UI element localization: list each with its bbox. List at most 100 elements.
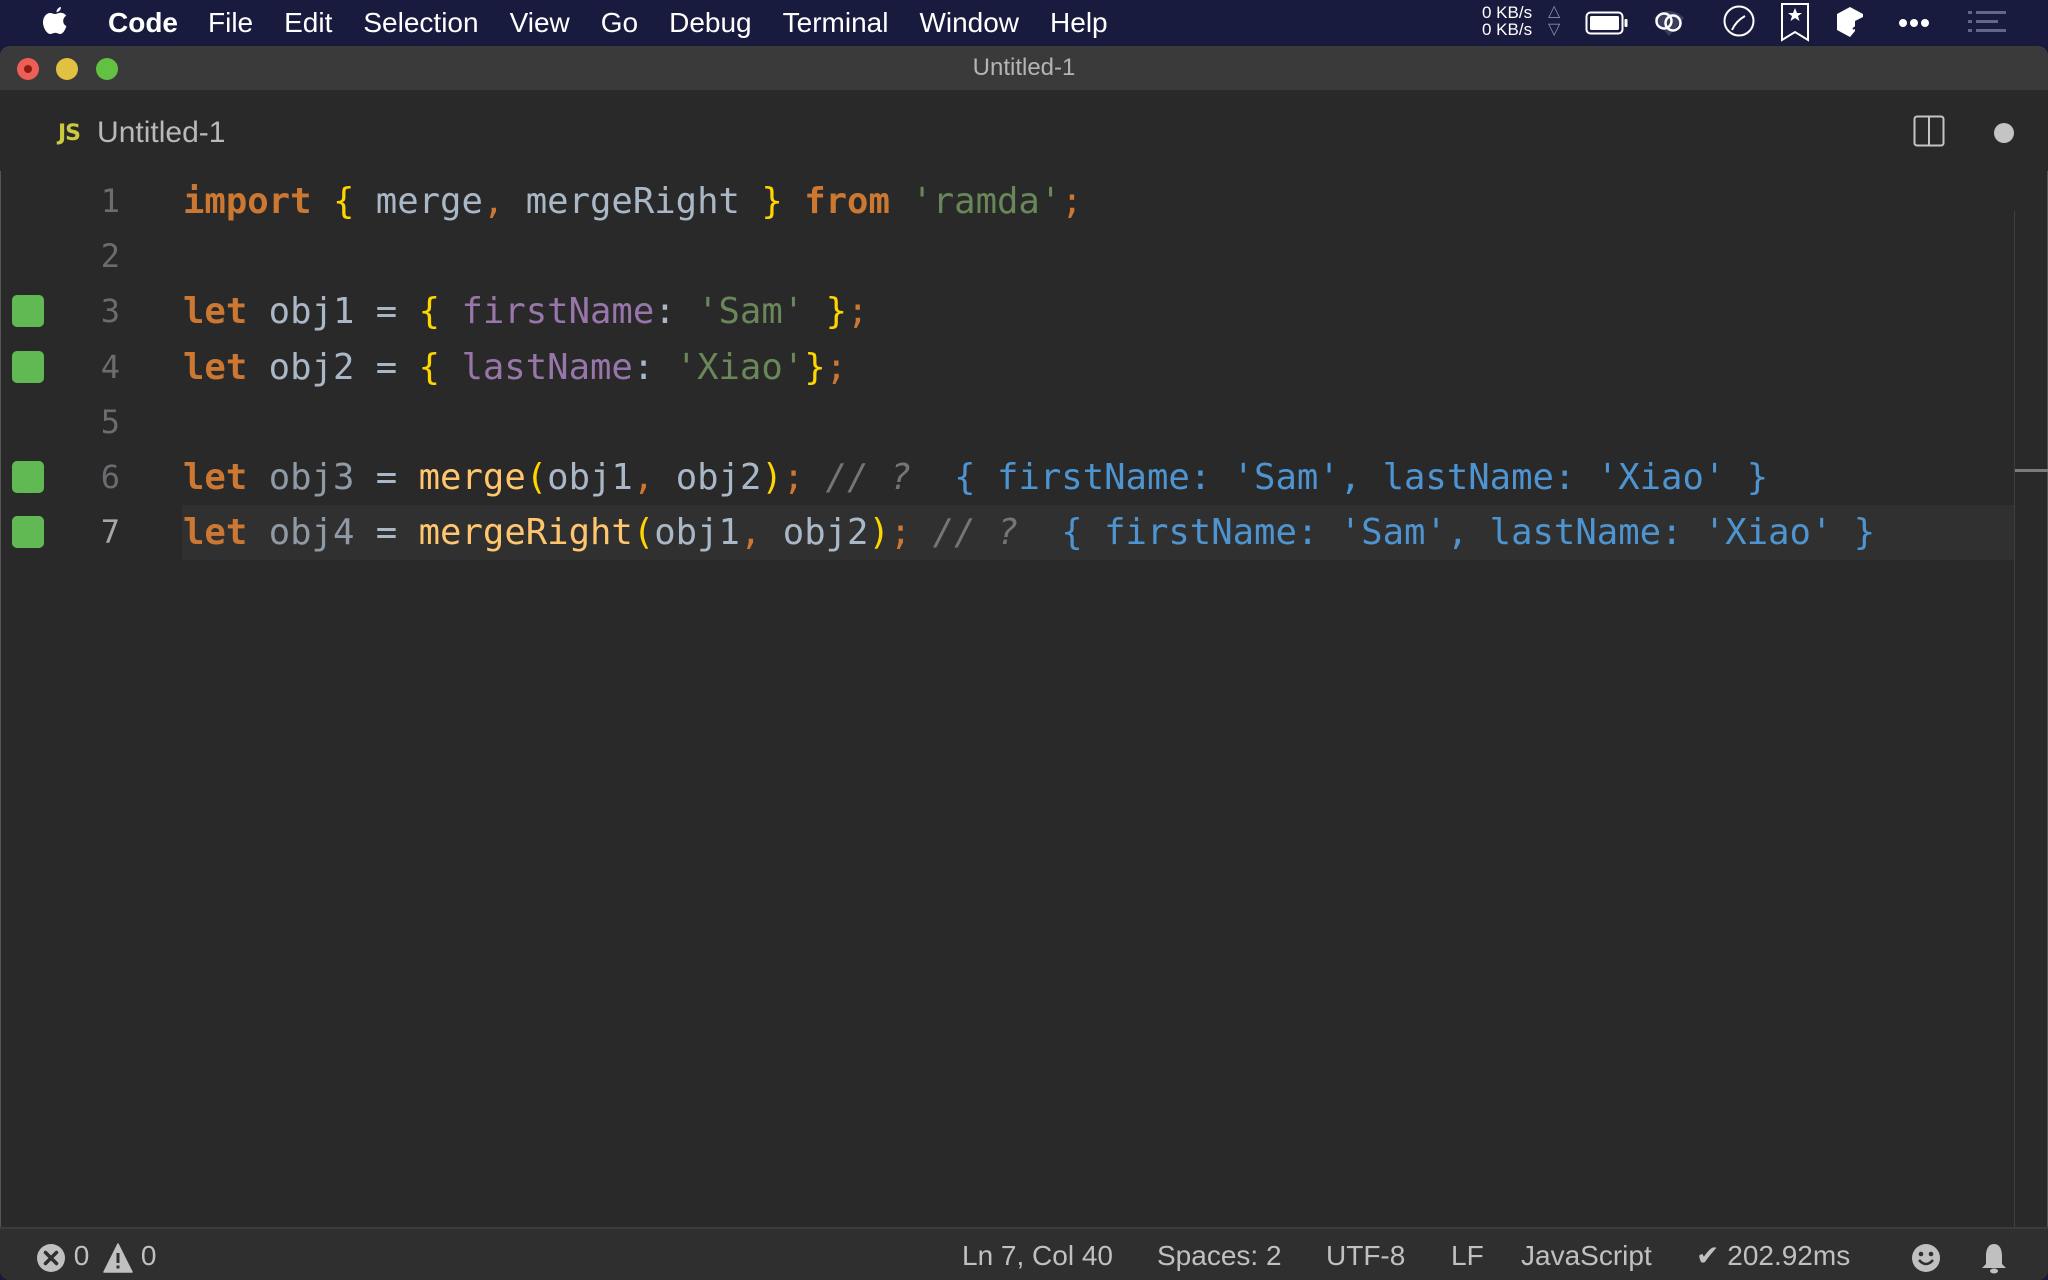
window-titlebar[interactable]: Untitled-1 — [0, 46, 2048, 91]
indentation-setting[interactable]: Spaces: 2 — [1157, 1229, 1282, 1280]
code-token: obj1 — [547, 457, 633, 498]
code-comment: // ? — [804, 457, 912, 498]
overview-ruler[interactable] — [2014, 211, 2048, 1266]
code-token: mergeRight — [504, 181, 762, 222]
creative-cloud-icon[interactable] — [1650, 6, 1688, 38]
encoding-setting[interactable]: UTF-8 — [1326, 1229, 1405, 1280]
code-editor[interactable]: 1 import { merge, mergeRight } from 'ramd… — [0, 171, 2048, 1271]
code-token: { — [418, 291, 441, 333]
menu-window[interactable]: Window — [919, 7, 1019, 39]
battery-icon[interactable] — [1585, 11, 1629, 35]
menu-items: Code File Edit Selection View Go Debug T… — [108, 0, 1139, 45]
code-token: ( — [525, 457, 548, 498]
window-title: Untitled-1 — [972, 54, 1076, 81]
code-line[interactable]: 1 import { merge, mergeRight } from 'ramd… — [0, 174, 2014, 229]
code-token: 'ramda' — [911, 181, 1062, 222]
coverage-marker-icon[interactable] — [12, 295, 44, 328]
code-token: merge — [418, 457, 526, 498]
code-token: ; — [847, 291, 869, 333]
menu-selection[interactable]: Selection — [363, 7, 478, 39]
menu-view[interactable]: View — [510, 7, 570, 39]
net-upload-speed: 0 KB/s — [1482, 3, 1533, 22]
dropzone-icon[interactable] — [1835, 5, 1865, 39]
menu-edit[interactable]: Edit — [284, 7, 332, 39]
notification-list-icon[interactable] — [1968, 11, 2006, 33]
line-number: 6 — [100, 458, 120, 496]
menu-help[interactable]: Help — [1050, 7, 1108, 39]
menu-go[interactable]: Go — [601, 7, 638, 39]
vscode-window: Untitled-1 JS Untitled-1 1 import { merge… — [0, 46, 2048, 1280]
code-token: { — [418, 346, 441, 388]
code-line[interactable]: 7 let obj4 = mergeRight(obj1, obj2); // ?… — [0, 505, 2014, 561]
feedback-smiley-icon[interactable] — [1911, 1229, 1941, 1280]
coverage-marker-icon[interactable] — [12, 350, 44, 383]
code-token: let — [183, 346, 248, 388]
code-token: } — [761, 181, 783, 222]
code-line[interactable]: 4 let obj2 = { lastName: 'Xiao'}; — [0, 340, 2014, 395]
unsaved-changes-dot-icon[interactable] — [1994, 123, 2014, 143]
menu-terminal[interactable]: Terminal — [783, 7, 889, 39]
tab-untitled-1[interactable]: JS Untitled-1 — [58, 111, 225, 155]
notifications-bell-icon[interactable] — [1980, 1229, 2008, 1280]
network-speed[interactable]: 0 KB/s 0 KB/s — [1482, 4, 1542, 38]
quokka-timing[interactable]: ✔ 202.92ms — [1696, 1229, 1850, 1280]
code-text: let obj1 = { firstName: 'Sam' }; — [183, 284, 868, 339]
line-number: 4 — [100, 347, 120, 386]
code-token: from — [804, 181, 890, 222]
code-token: , — [632, 457, 655, 498]
code-token: obj2 — [654, 457, 762, 498]
code-token: ; — [1061, 181, 1083, 222]
more-dots-icon[interactable] — [1898, 17, 1930, 29]
code-token: let — [183, 457, 248, 498]
coverage-marker-icon[interactable] — [12, 516, 44, 549]
tab-label: Untitled-1 — [97, 116, 226, 149]
menu-file[interactable]: File — [208, 7, 253, 39]
code-token: firstName — [461, 291, 655, 333]
code-token: lastName — [461, 346, 633, 388]
apple-icon[interactable] — [40, 5, 70, 39]
problems-indicator[interactable]: 0 0 — [36, 1229, 157, 1280]
code-token: = — [354, 457, 419, 498]
line-number: 5 — [100, 402, 120, 441]
code-token: 'Sam' — [697, 291, 805, 333]
code-text: let obj3 = merge(obj1, obj2); // ? { fir… — [183, 450, 1768, 505]
code-token: , — [482, 181, 505, 222]
cursor-position[interactable]: Ln 7, Col 40 — [962, 1229, 1113, 1280]
net-download-speed: 0 KB/s — [1482, 20, 1533, 39]
menu-debug[interactable]: Debug — [669, 7, 752, 39]
net-arrows-icon: △ ▽ — [1548, 3, 1561, 38]
code-token: obj1 = — [247, 291, 419, 333]
code-token: { — [332, 181, 355, 222]
split-editor-icon[interactable] — [1913, 115, 1945, 147]
code-token: } — [825, 291, 848, 333]
code-token: obj4 — [268, 512, 355, 554]
language-mode[interactable]: JavaScript — [1521, 1229, 1652, 1280]
code-token: ; — [782, 457, 805, 498]
line-number: 1 — [100, 182, 120, 220]
line-ending-setting[interactable]: LF — [1451, 1229, 1484, 1280]
inline-result: { firstName: 'Sam', lastName: 'Xiao' } — [911, 457, 1769, 498]
code-line[interactable]: 5 — [0, 395, 2014, 450]
code-token: obj3 — [268, 457, 355, 498]
code-token: ) — [868, 512, 890, 554]
code-token: obj2 — [761, 512, 869, 554]
menu-app-code[interactable]: Code — [108, 7, 178, 39]
code-token: ; — [825, 346, 848, 388]
line-number: 2 — [100, 237, 120, 276]
code-line[interactable]: 3 let obj1 = { firstName: 'Sam' }; — [0, 284, 2014, 339]
code-token: ) — [761, 457, 783, 498]
code-line[interactable]: 6 let obj3 = merge(obj1, obj2); // ? { fi… — [0, 450, 2014, 505]
code-token: : — [654, 291, 698, 333]
code-line[interactable]: 2 — [0, 229, 2014, 284]
bookmark-star-icon[interactable] — [1780, 2, 1810, 42]
istat-gauge-icon[interactable] — [1722, 4, 1756, 38]
coverage-marker-icon[interactable] — [12, 461, 44, 493]
error-count: 0 — [73, 1240, 90, 1271]
warning-count: 0 — [140, 1240, 157, 1271]
